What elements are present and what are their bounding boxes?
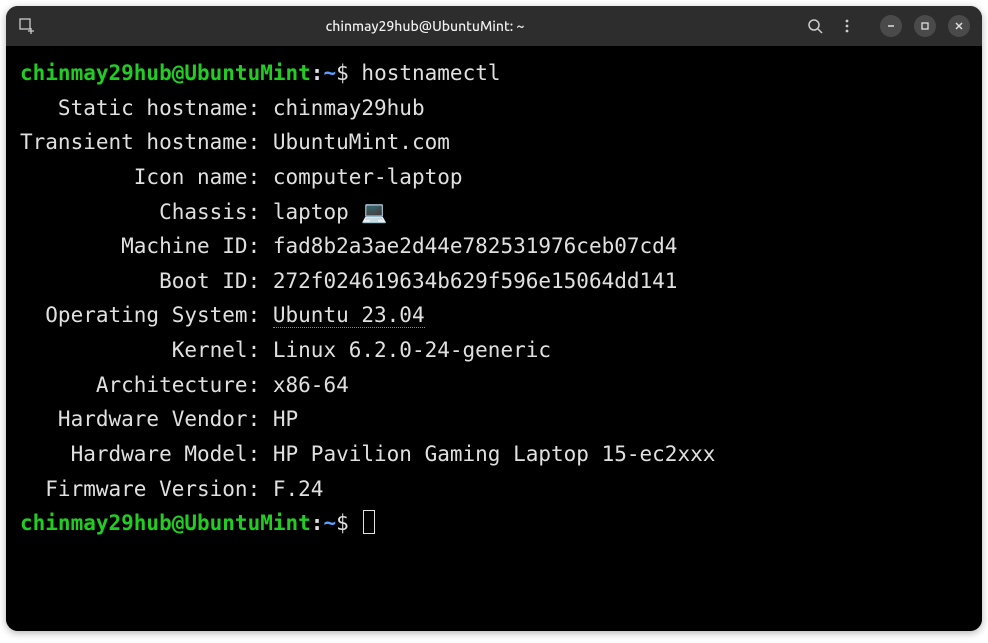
menu-icon[interactable]: [838, 17, 856, 35]
prompt-path: ~: [323, 61, 336, 85]
prompt-symbol: $: [336, 511, 349, 535]
prompt-user-host: chinmay29hub@UbuntuMint: [20, 61, 311, 85]
command-output: Static hostname: chinmay29hubTransient h…: [20, 91, 968, 507]
prompt-path: ~: [323, 511, 336, 535]
output-label: Kernel:: [20, 338, 273, 362]
output-line: Machine ID: fad8b2a3ae2d44e782531976ceb0…: [20, 229, 968, 264]
prompt-symbol: $: [336, 61, 349, 85]
output-value: Ubuntu 23.04: [273, 303, 425, 328]
window-controls: [880, 15, 970, 37]
prompt-colon: :: [311, 511, 324, 535]
window-title: chinmay29hub@UbuntuMint: ~: [44, 18, 806, 34]
output-label: Operating System:: [20, 303, 273, 327]
output-line: Hardware Vendor: HP: [20, 402, 968, 437]
prompt-line-1: chinmay29hub@UbuntuMint:~$ hostnamectl: [20, 56, 968, 91]
output-label: Hardware Vendor:: [20, 407, 273, 431]
output-value: HP Pavilion Gaming Laptop 15-ec2xxx: [273, 442, 716, 466]
output-label: Boot ID:: [20, 269, 273, 293]
prompt-user-host: chinmay29hub@UbuntuMint: [20, 511, 311, 535]
output-label: Hardware Model:: [20, 442, 273, 466]
output-value: Linux 6.2.0-24-generic: [273, 338, 551, 362]
output-line: Operating System: Ubuntu 23.04: [20, 298, 968, 333]
output-label: Static hostname:: [20, 96, 273, 120]
output-line: Boot ID: 272f024619634b629f596e15064dd14…: [20, 264, 968, 299]
titlebar: chinmay29hub@UbuntuMint: ~: [6, 6, 982, 46]
new-tab-icon[interactable]: [18, 17, 36, 35]
output-value: HP: [273, 407, 298, 431]
cursor: [363, 510, 375, 534]
output-line: Firmware Version: F.24: [20, 472, 968, 507]
output-value: x86-64: [273, 373, 349, 397]
output-value: UbuntuMint.com: [273, 130, 450, 154]
titlebar-actions: [806, 15, 970, 37]
output-line: Architecture: x86-64: [20, 368, 968, 403]
close-button[interactable]: [948, 15, 970, 37]
output-line: Hardware Model: HP Pavilion Gaming Lapto…: [20, 437, 968, 472]
command-text: hostnamectl: [349, 61, 501, 85]
output-line: Chassis: laptop 💻: [20, 195, 968, 230]
output-label: Chassis:: [20, 200, 273, 224]
prompt-line-2: chinmay29hub@UbuntuMint:~$: [20, 506, 968, 541]
output-value: F.24: [273, 477, 324, 501]
search-icon[interactable]: [806, 17, 824, 35]
terminal-body[interactable]: chinmay29hub@UbuntuMint:~$ hostnamectl S…: [6, 46, 982, 631]
output-label: Icon name:: [20, 165, 273, 189]
output-label: Firmware Version:: [20, 477, 273, 501]
output-line: Static hostname: chinmay29hub: [20, 91, 968, 126]
output-line: Kernel: Linux 6.2.0-24-generic: [20, 333, 968, 368]
output-value: chinmay29hub: [273, 96, 425, 120]
prompt-colon: :: [311, 61, 324, 85]
output-value: fad8b2a3ae2d44e782531976ceb07cd4: [273, 234, 678, 258]
minimize-button[interactable]: [880, 15, 902, 37]
output-label: Architecture:: [20, 373, 273, 397]
output-value: 272f024619634b629f596e15064dd141: [273, 269, 678, 293]
terminal-window: chinmay29hub@UbuntuMint: ~: [6, 6, 982, 631]
output-line: Transient hostname: UbuntuMint.com: [20, 125, 968, 160]
output-value: computer-laptop: [273, 165, 463, 189]
output-label: Machine ID:: [20, 234, 273, 258]
maximize-button[interactable]: [914, 15, 936, 37]
output-line: Icon name: computer-laptop: [20, 160, 968, 195]
output-value: laptop 💻: [273, 200, 388, 224]
output-label: Transient hostname:: [20, 130, 273, 154]
